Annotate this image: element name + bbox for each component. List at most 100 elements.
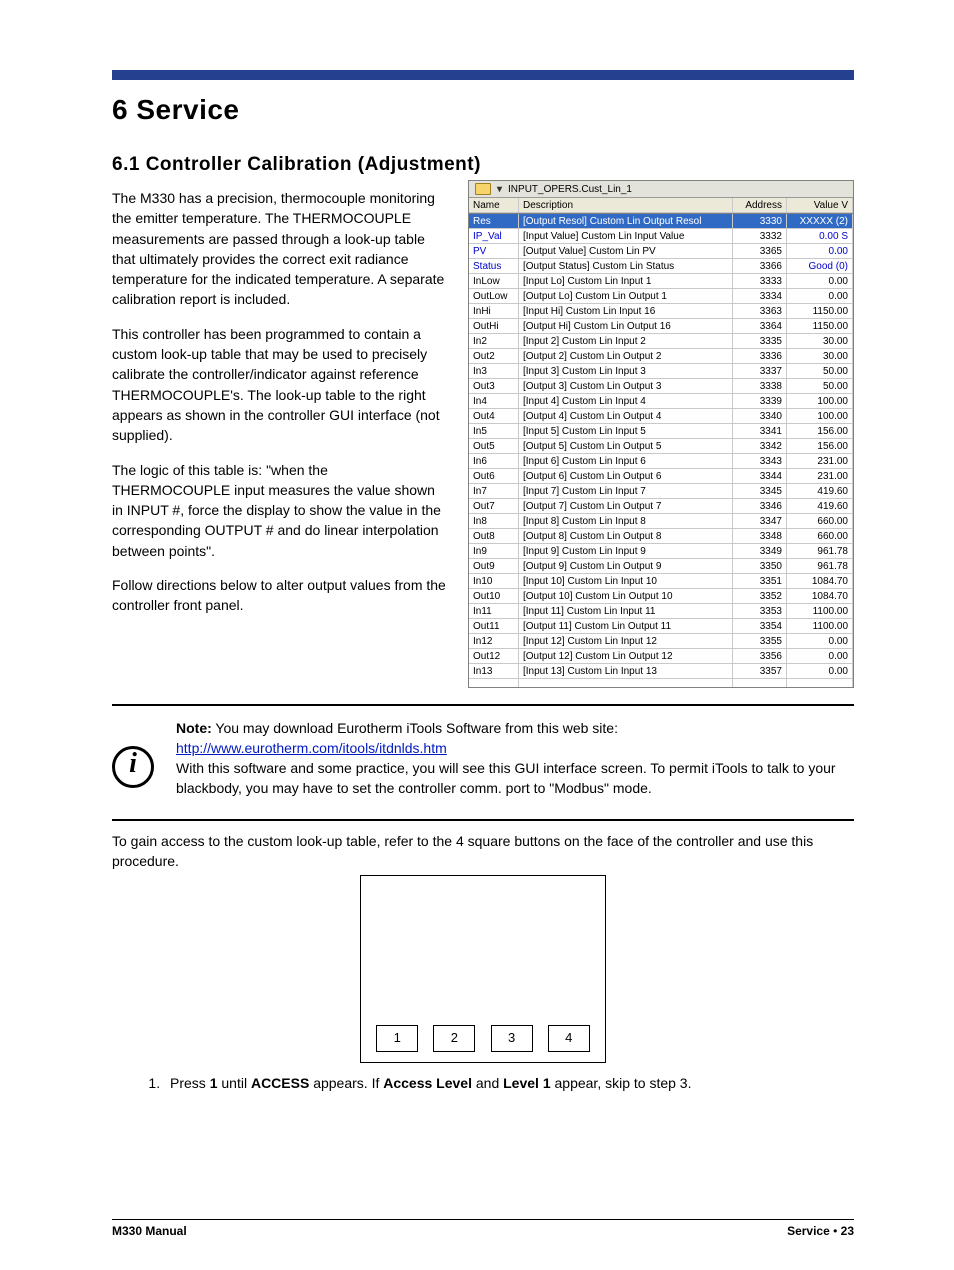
cell-description: [Input 12] Custom Lin Input 12: [519, 634, 733, 649]
cell-address: 3357: [733, 664, 787, 679]
cell-name: In12: [469, 634, 519, 649]
cell-name: In6: [469, 454, 519, 469]
footer-right: Service • 23: [787, 1224, 854, 1238]
col-header-address: Address: [733, 198, 787, 213]
table-row[interactable]: In12[Input 12] Custom Lin Input 1233550.…: [469, 634, 853, 649]
cell-name: Out8: [469, 529, 519, 544]
cell-description: [Input Value] Custom Lin Input Value: [519, 229, 733, 244]
table-row[interactable]: Out12[Output 12] Custom Lin Output 12335…: [469, 649, 853, 664]
dropdown-arrow-icon: ▾: [497, 184, 502, 195]
cell-name: Out9: [469, 559, 519, 574]
table-row[interactable]: In11[Input 11] Custom Lin Input 11335311…: [469, 604, 853, 619]
table-row[interactable]: In6[Input 6] Custom Lin Input 63343231.0…: [469, 454, 853, 469]
table-row[interactable]: In4[Input 4] Custom Lin Input 43339100.0…: [469, 394, 853, 409]
cell-value: 0.00: [787, 244, 853, 259]
folder-icon: [475, 183, 491, 195]
cell-address: 3337: [733, 364, 787, 379]
cell-description: [Input Hi] Custom Lin Input 16: [519, 304, 733, 319]
cell-description: [Output 11] Custom Lin Output 11: [519, 619, 733, 634]
cell-description: [Output Status] Custom Lin Status: [519, 259, 733, 274]
note-line2: With this software and some practice, yo…: [176, 760, 836, 796]
step-bold: Level 1: [503, 1075, 550, 1091]
cell-name: In2: [469, 334, 519, 349]
controller-button-3: 3: [491, 1025, 533, 1052]
cell-value: 156.00: [787, 424, 853, 439]
table-row[interactable]: In7[Input 7] Custom Lin Input 73345419.6…: [469, 484, 853, 499]
controller-diagram: 1 2 3 4: [360, 875, 606, 1063]
cell-name: Out10: [469, 589, 519, 604]
procedure-steps: Press 1 until ACCESS appears. If Access …: [112, 1073, 854, 1094]
cell-description: [Output 7] Custom Lin Output 7: [519, 499, 733, 514]
table-row[interactable]: In3[Input 3] Custom Lin Input 3333750.00: [469, 364, 853, 379]
cell-name: Out7: [469, 499, 519, 514]
cell-value: 0.00: [787, 289, 853, 304]
cell-value: 30.00: [787, 349, 853, 364]
cell-address: 3340: [733, 409, 787, 424]
cell-name: Out6: [469, 469, 519, 484]
table-row[interactable]: Out11[Output 11] Custom Lin Output 11335…: [469, 619, 853, 634]
gui-screenshot: ▾ INPUT_OPERS.Cust_Lin_1 Name Descriptio…: [468, 180, 854, 688]
cell-address: 3333: [733, 274, 787, 289]
table-row[interactable]: Out8[Output 8] Custom Lin Output 8334866…: [469, 529, 853, 544]
cell-address: 3354: [733, 619, 787, 634]
cell-description: [Input 3] Custom Lin Input 3: [519, 364, 733, 379]
note-line1: You may download Eurotherm iTools Softwa…: [212, 720, 618, 736]
table-row[interactable]: In13[Input 13] Custom Lin Input 1333570.…: [469, 664, 853, 679]
table-row[interactable]: In10[Input 10] Custom Lin Input 10335110…: [469, 574, 853, 589]
cell-name: InHi: [469, 304, 519, 319]
table-row[interactable]: In2[Input 2] Custom Lin Input 2333530.00: [469, 334, 853, 349]
cell-address: 3350: [733, 559, 787, 574]
cell-value: 30.00: [787, 334, 853, 349]
cell-description: [Input 5] Custom Lin Input 5: [519, 424, 733, 439]
step-text: appear, skip to step 3.: [551, 1075, 692, 1091]
page-footer: M330 Manual Service • 23: [112, 1219, 854, 1238]
cell-name: In8: [469, 514, 519, 529]
cell-description: [Output Value] Custom Lin PV: [519, 244, 733, 259]
cell-name: Out4: [469, 409, 519, 424]
cell-value: 0.00 S: [787, 229, 853, 244]
step-text: Press: [170, 1075, 210, 1091]
table-row[interactable]: OutLow[Output Lo] Custom Lin Output 1333…: [469, 289, 853, 304]
table-row[interactable]: Out2[Output 2] Custom Lin Output 2333630…: [469, 349, 853, 364]
cell-description: [Output 6] Custom Lin Output 6: [519, 469, 733, 484]
step-text: until: [217, 1075, 250, 1091]
button-row: 1 2 3 4: [361, 1025, 605, 1052]
cell-address: 3363: [733, 304, 787, 319]
cell-description: [Output 5] Custom Lin Output 5: [519, 439, 733, 454]
cell-address: 3352: [733, 589, 787, 604]
table-row[interactable]: InLow[Input Lo] Custom Lin Input 133330.…: [469, 274, 853, 289]
cell-name: IP_Val: [469, 229, 519, 244]
cell-value: 50.00: [787, 379, 853, 394]
cell-value: 1100.00: [787, 604, 853, 619]
table-row[interactable]: IP_Val[Input Value] Custom Lin Input Val…: [469, 229, 853, 244]
cell-name: Status: [469, 259, 519, 274]
table-row[interactable]: Out9[Output 9] Custom Lin Output 9335096…: [469, 559, 853, 574]
cell-name: Res: [469, 214, 519, 229]
cell-name: InLow: [469, 274, 519, 289]
table-row[interactable]: Out10[Output 10] Custom Lin Output 10335…: [469, 589, 853, 604]
table-row[interactable]: InHi[Input Hi] Custom Lin Input 16336311…: [469, 304, 853, 319]
cell-name: In13: [469, 664, 519, 679]
paragraph: The logic of this table is: "when the TH…: [112, 460, 446, 561]
table-row[interactable]: In8[Input 8] Custom Lin Input 83347660.0…: [469, 514, 853, 529]
table-row[interactable]: Out5[Output 5] Custom Lin Output 5334215…: [469, 439, 853, 454]
body-text-column: The M330 has a precision, thermocouple m…: [112, 180, 446, 630]
chapter-heading: 6 Service: [112, 94, 854, 126]
cell-value: 156.00: [787, 439, 853, 454]
table-row[interactable]: In5[Input 5] Custom Lin Input 53341156.0…: [469, 424, 853, 439]
table-row[interactable]: Out4[Output 4] Custom Lin Output 4334010…: [469, 409, 853, 424]
cell-value: 0.00: [787, 274, 853, 289]
gui-titlebar: ▾ INPUT_OPERS.Cust_Lin_1: [469, 181, 853, 198]
table-row[interactable]: Status[Output Status] Custom Lin Status3…: [469, 259, 853, 274]
table-row[interactable]: PV[Output Value] Custom Lin PV33650.00: [469, 244, 853, 259]
table-row[interactable]: Res[Output Resol] Custom Lin Output Reso…: [469, 214, 853, 229]
step-text: and: [472, 1075, 503, 1091]
table-row[interactable]: Out3[Output 3] Custom Lin Output 3333850…: [469, 379, 853, 394]
table-row[interactable]: Out7[Output 7] Custom Lin Output 7334641…: [469, 499, 853, 514]
cell-value: Good (0): [787, 259, 853, 274]
table-row[interactable]: Out6[Output 6] Custom Lin Output 6334423…: [469, 469, 853, 484]
note-link[interactable]: http://www.eurotherm.com/itools/itdnlds.…: [176, 740, 447, 756]
cell-name: In10: [469, 574, 519, 589]
table-row[interactable]: In9[Input 9] Custom Lin Input 93349961.7…: [469, 544, 853, 559]
table-row[interactable]: OutHi[Output Hi] Custom Lin Output 16336…: [469, 319, 853, 334]
